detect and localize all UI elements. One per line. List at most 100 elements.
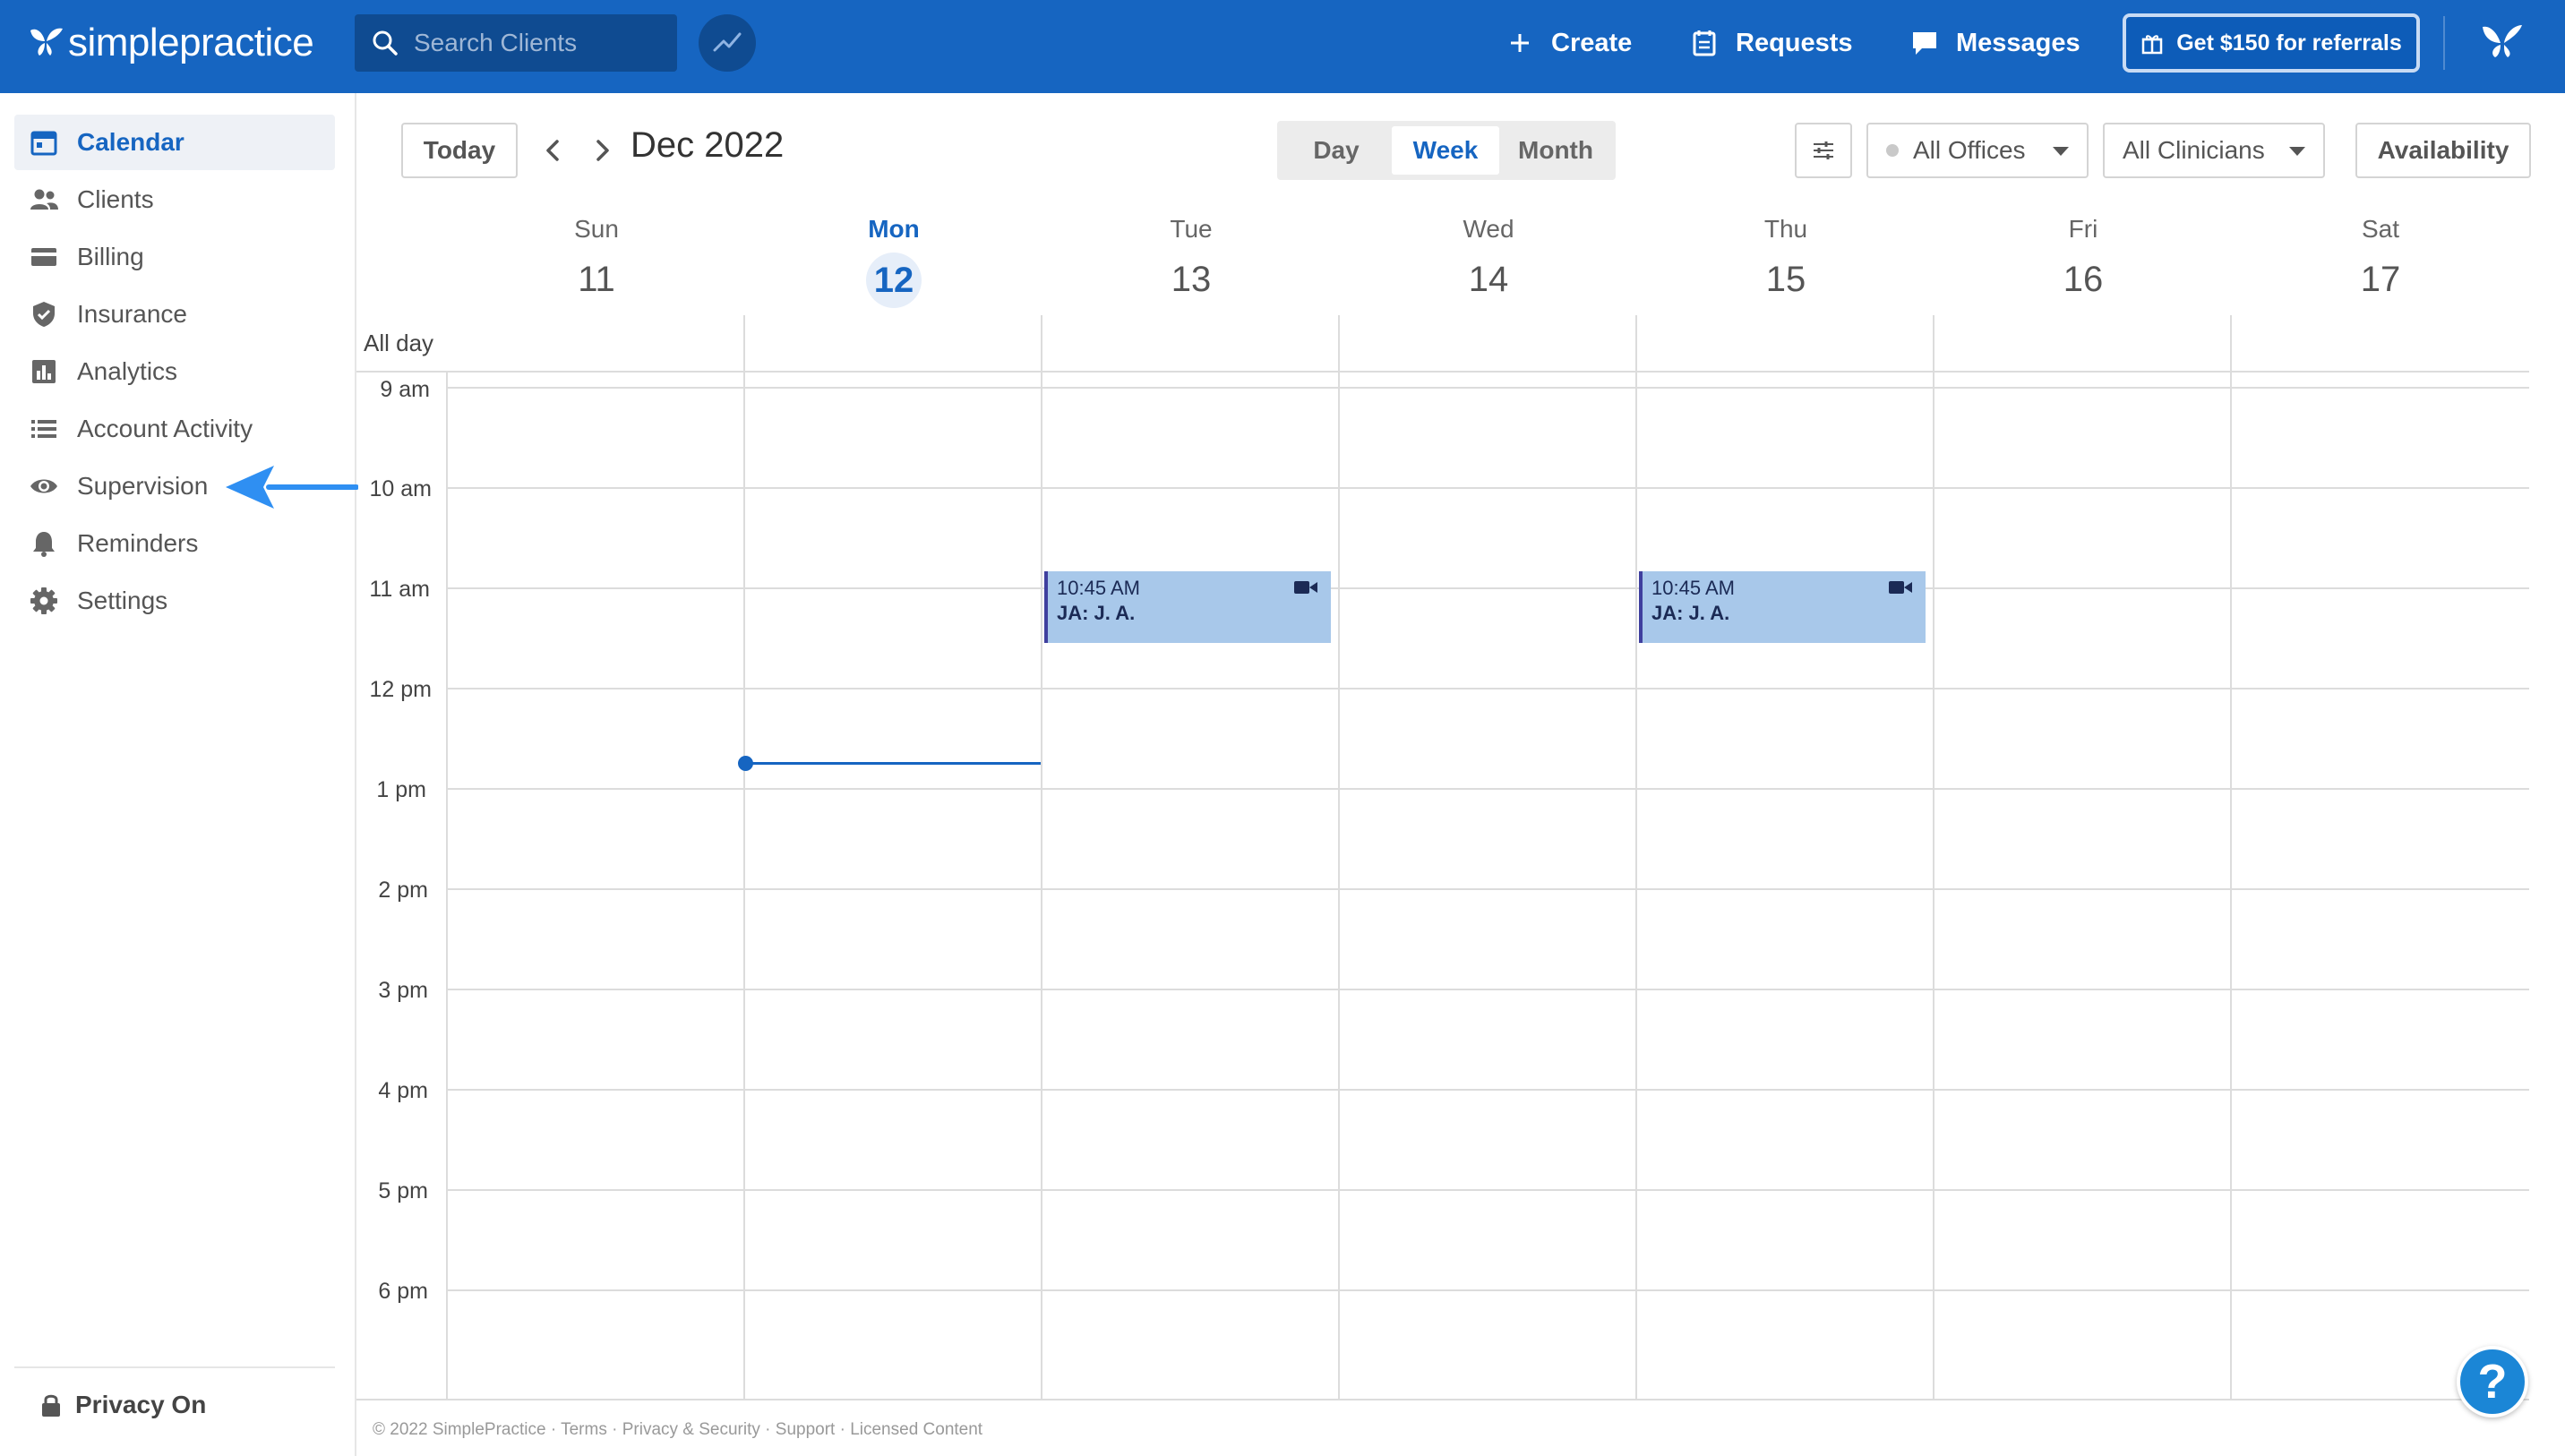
sidebar-item-label: Supervision [77,472,209,500]
day-header-mon[interactable]: Mon 12 [745,211,1042,308]
butterfly-logo-icon [30,28,63,56]
day-header-thu[interactable]: Thu 15 [1637,211,1934,306]
eye-icon [30,479,57,493]
top-bar: simplepractice Create Requests [0,0,2565,93]
requests-button[interactable]: Requests [1689,20,1853,66]
availability-button[interactable]: Availability [2355,123,2531,178]
grid-vline [446,373,448,1400]
appointment-event[interactable]: 10:45 AM JA: J. A. [1639,571,1926,643]
footer-link-support[interactable]: Support [776,1420,836,1439]
create-label: Create [1551,28,1633,57]
help-button[interactable]: ? [2457,1346,2528,1417]
filter-settings-button[interactable] [1795,123,1852,178]
offices-label: All Offices [1913,136,2026,164]
clinicians-dropdown[interactable]: All Clinicians [2103,123,2325,178]
topbar-divider [2443,16,2445,70]
grid-vline [1933,315,1934,1400]
hour-line [446,989,2529,990]
hour-line [446,788,2529,790]
hour-line [446,487,2529,489]
hour-label: 12 pm [369,677,432,702]
sidebar-item-account-activity[interactable]: Account Activity [14,401,335,457]
sidebar-item-analytics[interactable]: Analytics [14,344,335,399]
insurance-shield-icon [33,302,55,327]
day-number: 13 [1171,260,1212,299]
hour-label: 6 pm [378,1279,428,1304]
event-title: JA: J. A. [1057,602,1136,624]
event-time: 10:45 AM [1057,577,1140,599]
search-box[interactable] [355,14,677,72]
video-camera-icon [1294,581,1317,594]
view-week-button[interactable]: Week [1392,126,1499,175]
bell-icon [33,532,55,557]
hour-label: 10 am [369,476,432,501]
sidebar-item-insurance[interactable]: Insurance [14,287,335,342]
gift-icon [2141,35,2163,55]
clients-icon [30,189,58,210]
sidebar-item-clients[interactable]: Clients [14,172,335,227]
day-number: 14 [1468,260,1509,299]
simplepractice-logo[interactable]: simplepractice [27,16,314,70]
chevron-right-icon[interactable] [584,133,620,168]
footer-link-terms[interactable]: Terms [561,1420,607,1439]
footer-link-licensed[interactable]: Licensed Content [850,1420,982,1439]
footer: © 2022 SimplePractice · Terms · Privacy … [373,1420,983,1439]
brand-name: simplepractice [68,21,314,64]
sidebar-item-reminders[interactable]: Reminders [14,516,335,571]
all-day-label: All day [364,330,434,356]
day-header-tue[interactable]: Tue 13 [1042,211,1340,306]
sidebar-item-label: Analytics [77,357,178,385]
sidebar-item-label: Calendar [77,128,184,156]
day-name: Sun [574,215,619,243]
billing-icon [31,248,56,266]
month-title: Dec 2022 [631,125,785,165]
messages-button[interactable]: Messages [1909,20,2080,66]
day-number-wrap: 12 [745,253,1042,308]
all-day-divider [356,371,2529,373]
hour-line [446,587,2529,589]
insights-button[interactable] [699,14,756,72]
event-time: 10:45 AM [1651,577,1735,599]
day-header-sun[interactable]: Sun 11 [448,211,745,306]
trend-line-icon [713,32,742,52]
offices-dropdown[interactable]: All Offices [1866,123,2089,178]
day-name: Fri [2068,215,2098,243]
view-month-button[interactable]: Month [1501,126,1610,175]
appointment-event[interactable]: 10:45 AM JA: J. A. [1044,571,1331,643]
hour-line [446,1289,2529,1291]
gear-icon [30,587,57,614]
sidebar: Calendar Clients Billing Insurance Analy… [0,93,356,1456]
referral-label: Get $150 for referrals [2176,30,2402,56]
sidebar-item-settings[interactable]: Settings [14,573,335,629]
hour-label: 11 am [369,577,430,602]
sidebar-item-label: Insurance [77,300,187,328]
grid-vline [2230,315,2232,1400]
hour-line [446,688,2529,689]
current-time-line [745,762,1041,765]
chevron-left-icon[interactable] [536,133,571,168]
requests-icon [1693,30,1716,56]
day-number: 11 [578,260,615,299]
footer-link-privacy[interactable]: Privacy & Security [622,1420,760,1439]
day-header-wed[interactable]: Wed 14 [1340,211,1637,306]
day-header-fri[interactable]: Fri 16 [1934,211,2232,306]
butterfly-menu-icon[interactable] [2477,21,2527,63]
day-number: 16 [2063,260,2104,299]
sidebar-item-billing[interactable]: Billing [14,229,335,285]
create-button[interactable]: Create [1505,20,1632,66]
hour-label: 4 pm [378,1078,428,1103]
privacy-toggle[interactable]: Privacy On [39,1383,206,1427]
referral-button[interactable]: Get $150 for referrals [2123,13,2420,73]
clinicians-label: All Clinicians [2123,136,2265,164]
today-button[interactable]: Today [401,123,518,178]
grid-bottom-line [356,1399,2529,1400]
hour-label: 9 am [380,377,430,402]
sidebar-item-calendar[interactable]: Calendar [14,115,335,170]
caret-down-icon [2289,147,2305,156]
day-number: 15 [1765,260,1806,299]
day-header-sat[interactable]: Sat 17 [2232,211,2529,306]
footer-copyright: © 2022 SimplePractice [373,1420,546,1439]
search-input[interactable] [414,29,665,57]
sidebar-item-label: Settings [77,587,168,614]
view-day-button[interactable]: Day [1282,126,1390,175]
